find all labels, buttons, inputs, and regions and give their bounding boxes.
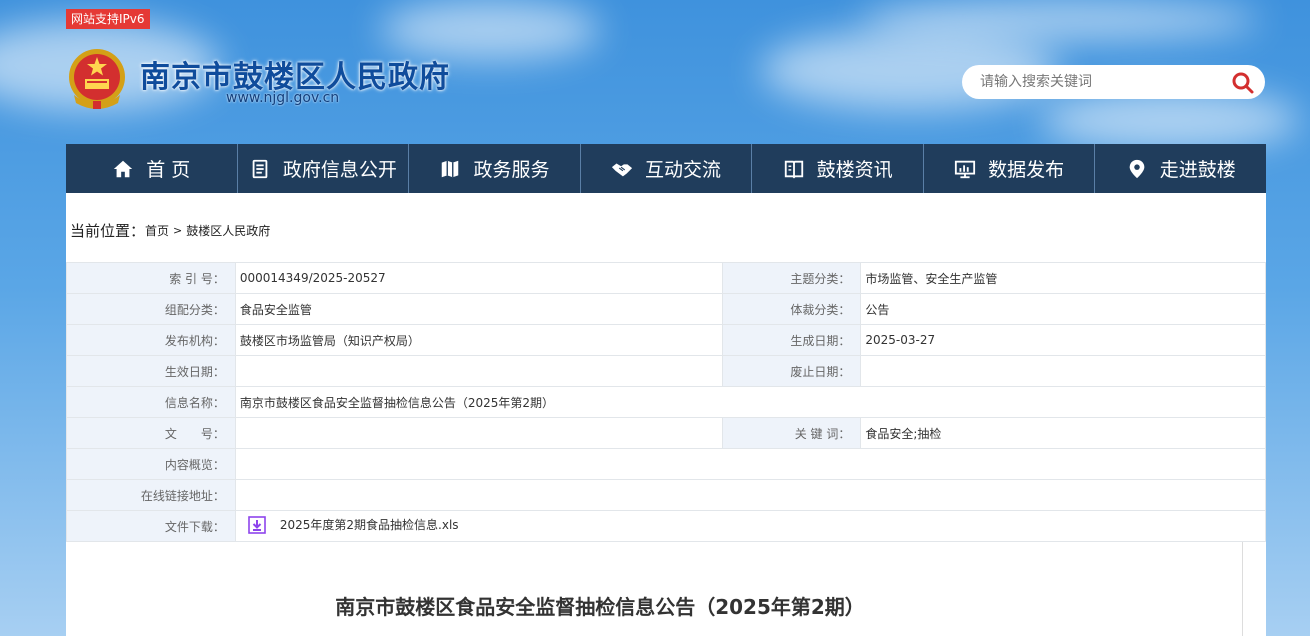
metadata-table: 索 引 号： 000014349/2025-20527 主题分类： 市场监管、安… <box>66 262 1267 542</box>
publisher-label: 发布机构： <box>66 324 236 356</box>
nav-label: 政府信息公开 <box>282 159 397 181</box>
org-category-label: 组配分类： <box>66 293 236 325</box>
topic-label: 主题分类： <box>722 262 862 294</box>
nav-label: 走进鼓楼 <box>1159 159 1236 181</box>
breadcrumb-separator: > <box>173 224 183 237</box>
main-nav: 首 页 政府信息公开 政务服务 互动交流 鼓楼资讯 数据发布 走进鼓楼 <box>66 144 1266 193</box>
publisher-value: 鼓楼区市场监管局（知识产权局） <box>234 324 724 356</box>
nav-label: 鼓楼资讯 <box>816 159 893 181</box>
effective-date-label: 生效日期： <box>66 355 236 387</box>
table-row: 内容概览： <box>66 448 1267 480</box>
nav-item-gov-info[interactable]: 政府信息公开 <box>238 144 410 193</box>
cloud-decoration <box>860 0 1260 40</box>
book-icon <box>784 160 803 179</box>
nav-item-about[interactable]: 走进鼓楼 <box>1095 144 1266 193</box>
index-no-label: 索 引 号： <box>66 262 236 294</box>
handshake-icon <box>611 163 633 176</box>
nav-label: 互动交流 <box>645 159 722 181</box>
created-date-value: 2025-03-27 <box>860 324 1266 356</box>
info-name-label: 信息名称： <box>66 386 236 418</box>
download-cell: 2025年度第2期食品抽检信息.xls <box>234 510 1267 542</box>
location-icon <box>1129 159 1145 178</box>
table-row: 生效日期： 废止日期： <box>66 355 1266 387</box>
org-category-value: 食品安全监管 <box>234 293 724 325</box>
abolish-date-label: 废止日期： <box>722 355 862 387</box>
topic-value: 市场监管、安全生产监管 <box>860 262 1266 294</box>
table-row: 组配分类： 食品安全监管 体裁分类： 公告 <box>66 293 1266 325</box>
summary-label: 内容概览： <box>66 448 236 480</box>
table-row: 发布机构： 鼓楼区市场监管局（知识产权局） 生成日期： 2025-03-27 <box>66 324 1266 356</box>
genre-label: 体裁分类： <box>722 293 862 325</box>
divider <box>1242 542 1243 636</box>
abolish-date-value <box>860 355 1266 387</box>
search-input[interactable] <box>978 73 1222 91</box>
index-no-value: 000014349/2025-20527 <box>234 262 724 294</box>
document-icon <box>252 159 268 178</box>
table-row: 文 号： 关 键 词： 食品安全;抽检 <box>66 417 1266 449</box>
download-label: 文件下载： <box>66 510 236 542</box>
national-emblem-icon <box>69 49 125 109</box>
home-icon <box>114 160 133 177</box>
effective-date-value <box>234 355 724 387</box>
nav-label: 数据发布 <box>988 159 1065 181</box>
search-icon[interactable] <box>1231 71 1255 95</box>
nav-label: 政务服务 <box>473 159 550 181</box>
table-row: 索 引 号： 000014349/2025-20527 主题分类： 市场监管、安… <box>66 262 1266 294</box>
monitor-icon <box>955 160 976 178</box>
doc-no-value <box>234 417 724 449</box>
download-icon <box>248 515 266 534</box>
breadcrumb: 当前位置： 首页 > 鼓楼区人民政府 <box>70 220 270 241</box>
table-row: 信息名称： 南京市鼓楼区食品安全监督抽检信息公告（2025年第2期） <box>66 386 1267 418</box>
map-icon <box>442 160 459 177</box>
summary-value <box>234 448 1267 480</box>
info-name-value: 南京市鼓楼区食品安全监督抽检信息公告（2025年第2期） <box>234 386 1267 418</box>
site-url: www.njgl.gov.cn <box>226 90 340 106</box>
download-file-link[interactable]: 2025年度第2期食品抽检信息.xls <box>248 515 459 534</box>
online-link-label: 在线链接地址： <box>66 479 236 511</box>
table-row: 文件下载： 2025年度第2期食品抽检信息.xls <box>66 510 1267 542</box>
keywords-label: 关 键 词： <box>722 417 862 449</box>
search-box <box>962 65 1265 99</box>
breadcrumb-current-link[interactable]: 鼓楼区人民政府 <box>186 222 270 239</box>
cloud-decoration <box>380 0 600 60</box>
online-link-value <box>234 479 1267 511</box>
genre-value: 公告 <box>860 293 1266 325</box>
nav-item-data[interactable]: 数据发布 <box>924 144 1096 193</box>
cloud-decoration <box>1040 90 1300 150</box>
content-panel: 当前位置： 首页 > 鼓楼区人民政府 索 引 号： 000014349/2025… <box>66 193 1267 636</box>
breadcrumb-prefix: 当前位置： <box>70 222 146 240</box>
doc-no-label: 文 号： <box>66 417 236 449</box>
article-title: 南京市鼓楼区食品安全监督抽检信息公告（2025年第2期） <box>335 595 865 619</box>
nav-item-home[interactable]: 首 页 <box>66 144 238 193</box>
ipv6-badge: 网站支持IPv6 <box>66 9 150 29</box>
nav-item-news[interactable]: 鼓楼资讯 <box>752 144 924 193</box>
nav-label: 首 页 <box>146 159 191 181</box>
created-date-label: 生成日期： <box>722 324 862 356</box>
breadcrumb-home-link[interactable]: 首页 <box>145 222 169 239</box>
nav-item-services[interactable]: 政务服务 <box>409 144 581 193</box>
table-row: 在线链接地址： <box>66 479 1267 511</box>
download-file-name: 2025年度第2期食品抽检信息.xls <box>279 518 459 532</box>
keywords-value: 食品安全;抽检 <box>860 417 1266 449</box>
nav-item-interaction[interactable]: 互动交流 <box>581 144 753 193</box>
